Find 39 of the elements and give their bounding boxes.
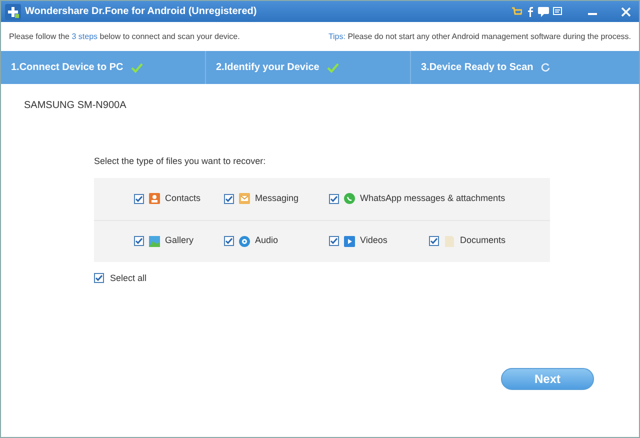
file-type-label: Contacts (165, 192, 201, 205)
steps-link[interactable]: 3 steps (72, 32, 98, 40)
close-icon[interactable] (621, 6, 631, 16)
cart-icon[interactable] (512, 6, 522, 16)
play-icon (344, 236, 355, 246)
contact-card-icon (149, 193, 160, 204)
step-label: 1.Connect Device to PC (11, 61, 124, 75)
facebook-icon[interactable] (526, 6, 534, 16)
file-type-label: Documents (460, 234, 506, 248)
landscape-image-icon (149, 236, 160, 246)
tips-text: Tips: Please do not start any other Android management software during the process. (328, 30, 631, 42)
window-title: Wondershare Dr.Fone for Android (Unregistered) (25, 5, 257, 19)
device-name: SAMSUNG SM-N900A (24, 100, 126, 111)
file-type-label: WhatsApp messages & attachments (360, 192, 506, 205)
prompt-text: Select the type of files you want to recover: (94, 156, 266, 166)
step-label: 3.Device Ready to Scan (421, 61, 534, 75)
file-type-label: Videos (360, 234, 388, 248)
select-all-label: Select all (110, 272, 147, 284)
checkbox[interactable] (134, 194, 144, 204)
step-label: 2.Identify your Device (216, 61, 320, 75)
checkbox[interactable] (134, 236, 144, 246)
checkbox[interactable] (329, 194, 339, 204)
checkbox[interactable] (329, 236, 339, 246)
chat-icon[interactable] (538, 6, 549, 16)
instruction-text: Please follow the 3 steps below to connect and scan your device. (9, 30, 240, 42)
checkbox[interactable] (224, 194, 234, 204)
checkbox[interactable] (94, 273, 104, 284)
next-button[interactable]: Next (501, 368, 594, 390)
chat-bubble-icon (344, 193, 355, 204)
file-type-label: Audio (255, 234, 278, 248)
music-disc-icon (239, 236, 250, 246)
checkbox[interactable] (224, 236, 234, 246)
plus-logo-icon (5, 4, 21, 20)
checkbox[interactable] (429, 236, 439, 246)
document-icon (444, 236, 455, 246)
feedback-icon[interactable] (553, 6, 564, 16)
file-type-label: Gallery (165, 234, 194, 248)
envelope-icon (239, 193, 250, 204)
file-type-label: Messaging (255, 192, 299, 205)
